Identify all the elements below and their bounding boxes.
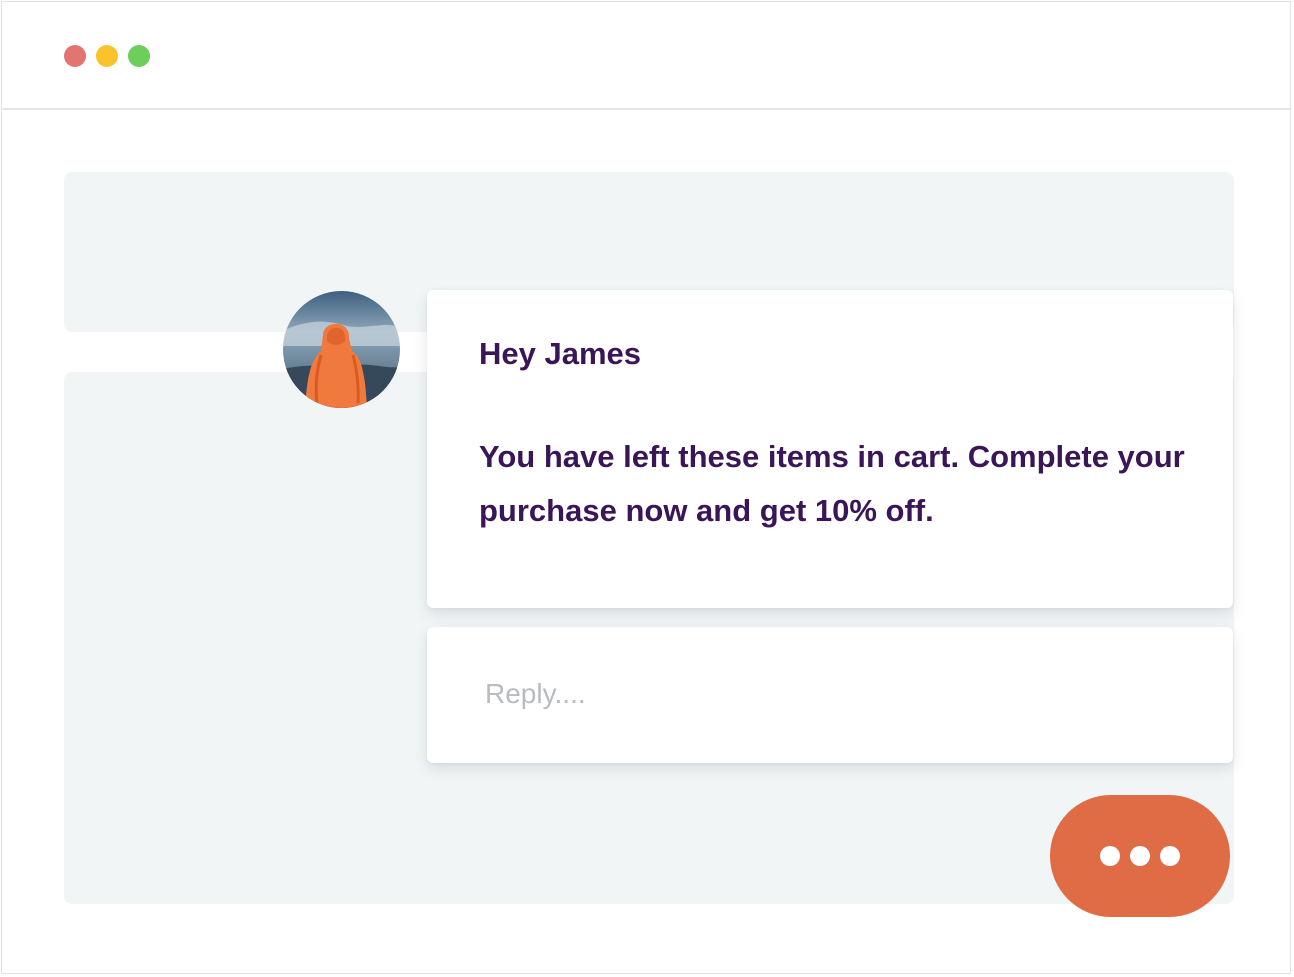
ellipsis-icon [1130, 846, 1150, 866]
message-card: Hey James You have left these items in c… [427, 290, 1233, 608]
window-titlebar [2, 2, 1290, 110]
message-greeting: Hey James [479, 336, 642, 371]
message-body: You have left these items in cart. Compl… [479, 439, 1185, 528]
sender-avatar [283, 291, 400, 408]
maximize-window-icon[interactable] [128, 45, 150, 67]
person-avatar-icon [283, 291, 400, 408]
reply-card[interactable] [427, 627, 1233, 763]
close-window-icon[interactable] [64, 45, 86, 67]
ellipsis-icon [1160, 846, 1180, 866]
minimize-window-icon[interactable] [96, 45, 118, 67]
more-options-button[interactable] [1050, 795, 1230, 917]
reply-input[interactable] [485, 671, 1185, 717]
ellipsis-icon [1100, 846, 1120, 866]
